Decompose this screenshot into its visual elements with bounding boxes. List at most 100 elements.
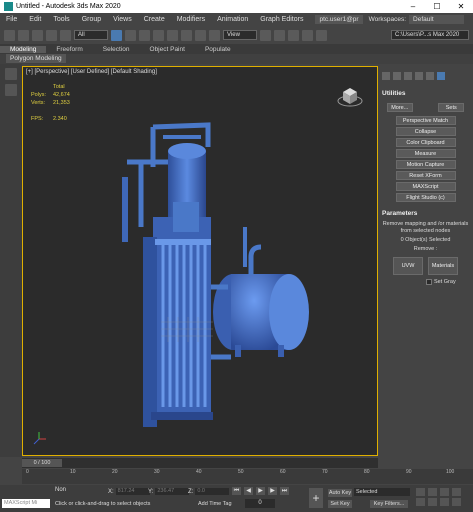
- zoom-extents-all-icon[interactable]: [452, 488, 461, 496]
- parameters-rollout-header[interactable]: Parameters: [382, 210, 469, 217]
- time-slider[interactable]: 0 / 100: [22, 459, 62, 467]
- create-tab-icon[interactable]: [382, 72, 390, 80]
- menu-file[interactable]: File: [0, 16, 23, 23]
- selection-filter-dropdown[interactable]: All: [74, 30, 108, 40]
- flight-studio-button[interactable]: Flight Studio (c): [395, 193, 456, 202]
- bind-spacewarp-icon[interactable]: [60, 29, 71, 41]
- tab-freeform[interactable]: Freeform: [46, 46, 92, 53]
- tab-selection[interactable]: Selection: [93, 46, 140, 53]
- project-path[interactable]: C:\Users\P...s Max 2020: [391, 30, 469, 40]
- more-button[interactable]: More...: [386, 103, 413, 112]
- tick-label: 60: [280, 469, 286, 475]
- add-time-tag[interactable]: Add Time Tag: [198, 501, 232, 507]
- pan-icon[interactable]: [428, 498, 437, 506]
- workspace-dropdown[interactable]: Default: [409, 15, 465, 24]
- select-manipulate-icon[interactable]: [274, 29, 285, 41]
- maximize-button[interactable]: ☐: [425, 2, 449, 11]
- field-of-view-icon[interactable]: [416, 498, 425, 506]
- tab-object-paint[interactable]: Object Paint: [140, 46, 195, 53]
- angle-snap-icon[interactable]: [302, 29, 313, 41]
- tab-modeling[interactable]: Modeling: [0, 45, 47, 53]
- unlink-icon[interactable]: [46, 29, 57, 41]
- undo-icon[interactable]: [4, 29, 15, 41]
- y-field[interactable]: 236.47: [155, 488, 190, 495]
- set-key-button[interactable]: Set Key: [328, 500, 352, 508]
- menu-create[interactable]: Create: [138, 16, 171, 23]
- menu-tools[interactable]: Tools: [47, 16, 75, 23]
- display-tab-icon[interactable]: [426, 72, 434, 80]
- perspective-viewport[interactable]: [+] [Perspective] [User Defined] [Defaul…: [22, 66, 378, 456]
- hierarchy-tab-icon[interactable]: [404, 72, 412, 80]
- time-slider-track[interactable]: 0 / 100: [22, 458, 378, 468]
- percent-snap-icon[interactable]: [316, 29, 327, 41]
- scene-explorer-icon[interactable]: [5, 68, 17, 80]
- z-field[interactable]: 0.0: [195, 488, 230, 495]
- zoom-all-icon[interactable]: [428, 488, 437, 496]
- key-filters-button[interactable]: Key Filters...: [370, 500, 408, 508]
- scale-icon[interactable]: [195, 29, 206, 41]
- color-clipboard-button[interactable]: Color Clipboard: [395, 138, 456, 147]
- set-keys-icon[interactable]: +: [309, 488, 323, 508]
- go-to-start-icon[interactable]: ⏮: [232, 487, 241, 495]
- rectangular-selection-icon[interactable]: [139, 29, 150, 41]
- app-icon: [4, 2, 13, 11]
- x-field[interactable]: 817.24: [115, 488, 150, 495]
- collapse-button[interactable]: Collapse: [395, 127, 456, 136]
- next-frame-icon[interactable]: ▶: [268, 487, 277, 495]
- tick-label: 40: [196, 469, 202, 475]
- redo-icon[interactable]: [18, 29, 29, 41]
- menu-animation[interactable]: Animation: [211, 16, 254, 23]
- reset-xform-button[interactable]: Reset XForm: [395, 171, 456, 180]
- perspective-match-button[interactable]: Perspective Match: [395, 116, 456, 125]
- maxscript-button[interactable]: MAXScript: [395, 182, 456, 191]
- go-to-end-icon[interactable]: ⏭: [280, 487, 289, 495]
- tick-label: 10: [70, 469, 76, 475]
- menu-graph-editors[interactable]: Graph Editors: [254, 16, 309, 23]
- zoom-icon[interactable]: [416, 488, 425, 496]
- measure-button[interactable]: Measure: [395, 149, 456, 158]
- menu-group[interactable]: Group: [76, 16, 107, 23]
- snap-toggle-icon[interactable]: [288, 29, 299, 41]
- orbit-icon[interactable]: [440, 498, 449, 506]
- maxscript-listener[interactable]: MAXScript Mi: [2, 499, 50, 508]
- play-icon[interactable]: ▶: [256, 487, 265, 495]
- modify-tab-icon[interactable]: [393, 72, 401, 80]
- auto-key-button[interactable]: Auto Key: [328, 489, 352, 497]
- user-account[interactable]: ptc.user1@pr: [315, 15, 363, 24]
- sub-ribbon: Polygon Modeling: [0, 54, 473, 64]
- 3d-model[interactable]: [23, 67, 378, 456]
- motion-capture-button[interactable]: Motion Capture: [395, 160, 456, 169]
- reference-coordinate-dropdown[interactable]: View: [223, 30, 257, 40]
- pivot-icon[interactable]: [260, 29, 271, 41]
- menu-modifiers[interactable]: Modifiers: [171, 16, 211, 23]
- polygon-modeling-tab[interactable]: Polygon Modeling: [6, 54, 66, 63]
- menu-views[interactable]: Views: [107, 16, 138, 23]
- zoom-extents-icon[interactable]: [440, 488, 449, 496]
- motion-tab-icon[interactable]: [415, 72, 423, 80]
- key-mode-dropdown[interactable]: Selected: [354, 488, 410, 496]
- tick-label: 20: [112, 469, 118, 475]
- sets-button[interactable]: Sets: [438, 103, 465, 112]
- previous-frame-icon[interactable]: ◀: [244, 487, 253, 495]
- window-crossing-icon[interactable]: [153, 29, 164, 41]
- layer-explorer-icon[interactable]: [5, 84, 17, 96]
- current-frame-field[interactable]: 0: [245, 499, 275, 508]
- remove-uvw-button[interactable]: UVW: [393, 257, 423, 275]
- set-gray-checkbox[interactable]: [426, 279, 432, 285]
- tick-label: 90: [406, 469, 412, 475]
- menu-edit[interactable]: Edit: [23, 16, 47, 23]
- tab-populate[interactable]: Populate: [195, 46, 241, 53]
- timeline-ruler[interactable]: 0 10 20 30 40 50 60 70 80 90 100: [22, 469, 473, 484]
- maximize-viewport-icon[interactable]: [452, 498, 461, 506]
- select-by-name-icon[interactable]: [125, 29, 136, 41]
- minimize-button[interactable]: –: [401, 2, 425, 11]
- move-icon[interactable]: [167, 29, 178, 41]
- close-button[interactable]: ✕: [449, 2, 473, 11]
- rotate-icon[interactable]: [181, 29, 192, 41]
- link-icon[interactable]: [32, 29, 43, 41]
- utilities-rollout-header[interactable]: Utilities: [382, 90, 469, 97]
- remove-materials-button[interactable]: Materials: [428, 257, 458, 275]
- placement-icon[interactable]: [209, 29, 220, 41]
- utilities-tab-icon[interactable]: [437, 72, 445, 80]
- select-object-icon[interactable]: [111, 29, 122, 41]
